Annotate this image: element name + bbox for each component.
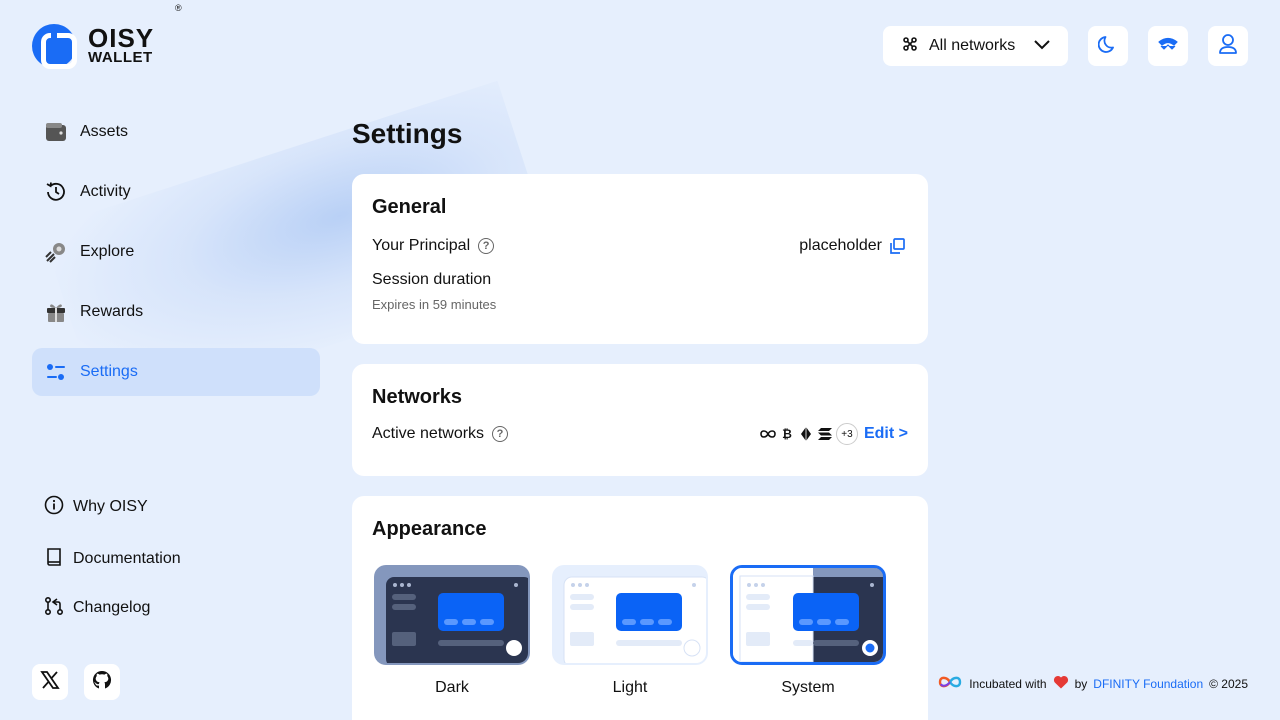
user-icon xyxy=(1218,33,1238,60)
by-text: by xyxy=(1074,676,1088,691)
github-button[interactable] xyxy=(84,664,120,700)
principal-row: Your Principal ? placeholder xyxy=(372,237,908,255)
explore-icon xyxy=(44,240,68,264)
sidebar-item-explore[interactable]: Explore xyxy=(32,228,320,276)
edit-networks-link[interactable]: Edit > xyxy=(864,425,908,443)
solana-network-icon xyxy=(817,426,833,442)
history-icon xyxy=(44,180,68,204)
settings-icon xyxy=(44,360,68,384)
sidebar-nav: Assets Activity Explore Rewards Settings xyxy=(32,108,320,408)
appearance-card: Appearance Dark Light System xyxy=(352,496,928,720)
footer: Incubated with by DFINITY Foundation © 2… xyxy=(937,675,1248,692)
dfinity-logo-icon xyxy=(937,675,963,692)
logo-wordmark: OISY WALLET xyxy=(88,23,155,67)
general-heading: General xyxy=(372,196,447,218)
appearance-heading: Appearance xyxy=(372,518,487,540)
oisy-logo-icon xyxy=(32,24,77,69)
heart-icon xyxy=(1053,675,1069,692)
account-button[interactable] xyxy=(1208,26,1248,66)
link-documentation[interactable]: Documentation xyxy=(44,544,181,574)
page-title: Settings xyxy=(352,118,463,149)
bitcoin-network-icon: ₿ xyxy=(782,427,792,441)
network-selector-label: All networks xyxy=(929,37,1016,54)
principal-value: placeholder xyxy=(799,237,882,254)
gift-icon xyxy=(44,300,68,324)
more-networks-badge: +3 xyxy=(835,423,858,445)
social-links xyxy=(32,664,120,700)
dark-theme-preview xyxy=(374,565,530,665)
session-expiry-text: Expires in 59 minutes xyxy=(372,297,497,312)
principal-help-icon[interactable]: ? xyxy=(478,238,495,254)
incubated-text: Incubated with xyxy=(969,676,1047,691)
link-changelog[interactable]: Changelog xyxy=(44,593,181,623)
theme-label-dark: Dark xyxy=(435,679,469,696)
moon-icon xyxy=(1097,34,1118,59)
copy-icon[interactable] xyxy=(888,237,906,255)
copyright-text: © 2025 xyxy=(1209,676,1248,691)
oisy-logo[interactable]: OISY WALLET xyxy=(32,23,155,69)
info-icon xyxy=(44,495,64,520)
chevron-down-icon xyxy=(1034,37,1050,55)
networks-help-icon[interactable]: ? xyxy=(492,426,509,442)
general-card: General Your Principal ? placeholder Ses… xyxy=(352,174,928,344)
ethereum-network-icon xyxy=(798,426,814,442)
theme-option-light[interactable]: Light xyxy=(552,565,708,697)
active-networks-label: Active networks xyxy=(372,425,485,442)
network-selector[interactable]: All networks xyxy=(883,26,1068,66)
network-icons: ₿ +3 xyxy=(760,423,858,445)
theme-option-dark[interactable]: Dark xyxy=(374,565,530,697)
active-networks-row: Active networks ? ₿ +3 Edit > xyxy=(372,423,908,445)
networks-heading: Networks xyxy=(372,386,463,408)
theme-label-system: System xyxy=(781,679,835,696)
x-button[interactable] xyxy=(32,664,68,700)
walletconnect-icon xyxy=(1157,37,1179,56)
sidebar-item-settings[interactable]: Settings xyxy=(32,348,320,396)
theme-toggle-button[interactable] xyxy=(1088,26,1128,66)
sidebar-links: Why OISY Documentation Changelog xyxy=(44,492,181,645)
book-icon xyxy=(44,547,64,572)
theme-option-system[interactable]: System xyxy=(730,565,886,697)
changelog-icon xyxy=(44,596,64,621)
sidebar-item-rewards[interactable]: Rewards xyxy=(32,288,320,336)
link-why-oisy[interactable]: Why OISY xyxy=(44,492,181,522)
system-theme-preview xyxy=(730,565,886,665)
x-icon xyxy=(40,670,60,695)
theme-options: Dark Light System xyxy=(374,565,908,697)
light-theme-preview xyxy=(552,565,708,665)
network-nodes-icon xyxy=(903,36,917,56)
dfinity-foundation-link[interactable]: DFINITY Foundation xyxy=(1093,677,1203,691)
theme-label-light: Light xyxy=(612,679,648,696)
sidebar-item-assets[interactable]: Assets xyxy=(32,108,320,156)
walletconnect-button[interactable] xyxy=(1148,26,1188,66)
principal-label: Your Principal xyxy=(372,237,471,254)
github-icon xyxy=(92,670,112,695)
session-duration-label: Session duration xyxy=(372,271,492,288)
icp-network-icon xyxy=(760,426,776,442)
registered-mark: ® xyxy=(175,3,182,13)
sidebar-item-activity[interactable]: Activity xyxy=(32,168,320,216)
networks-card: Networks Active networks ? ₿ +3 Edit > xyxy=(352,364,928,476)
wallet-icon xyxy=(44,120,68,144)
